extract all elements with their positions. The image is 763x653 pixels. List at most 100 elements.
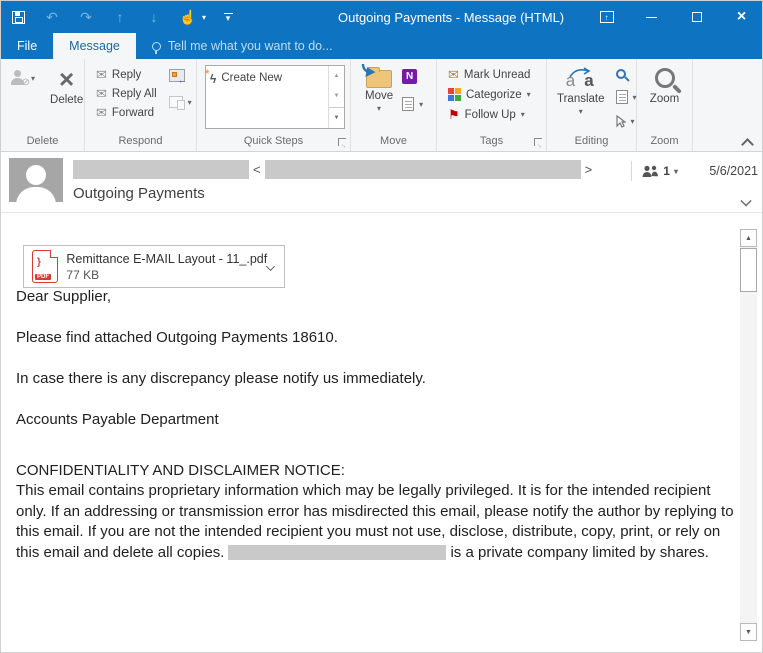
group-label-tags: Tags [437, 130, 546, 151]
forward-label: Forward [112, 107, 154, 119]
select-button[interactable]: ▾ [613, 113, 640, 130]
more-respond-actions-button[interactable]: ▾ [166, 94, 195, 110]
customize-qat-button[interactable]: ▾ [211, 1, 245, 33]
scroll-up-icon: ▲ [745, 235, 752, 242]
minimize-button[interactable] [629, 1, 674, 33]
categorize-icon [448, 88, 461, 101]
tell-me-box[interactable]: Tell me what you want to do... [152, 33, 333, 59]
ribbon-group-delete: ⊘ ▾ × Delete Delete [1, 59, 85, 151]
mark-unread-button[interactable]: ✉ Mark Unread [445, 67, 534, 83]
delete-x-icon: × [59, 66, 74, 92]
im-icon [169, 96, 183, 108]
disclaimer-title: CONFIDENTIALITY AND DISCLAIMER NOTICE: [16, 461, 738, 482]
next-item-button[interactable]: ↓ [137, 1, 171, 33]
message-header: < > Outgoing Payments 1 ▾ 5/6/2021 [1, 152, 763, 213]
ribbon-filler [693, 59, 763, 151]
zoom-button[interactable]: Zoom [644, 64, 685, 107]
expand-header-chevron-icon[interactable] [741, 196, 752, 204]
from-line: < > [73, 160, 592, 179]
junk-button[interactable]: ⊘ ▾ [7, 68, 38, 88]
translate-button[interactable]: a a Translate ▾ [551, 64, 611, 118]
related-button[interactable]: ▾ [613, 88, 640, 106]
find-button[interactable] [613, 67, 640, 81]
undo-button[interactable]: ↶ [35, 1, 69, 33]
translate-icon: a a [566, 69, 596, 91]
translate-label: Translate [557, 93, 605, 105]
flag-icon: ⚑ [448, 108, 460, 121]
dialog-launcher-icon[interactable] [338, 138, 346, 146]
find-icon [616, 69, 626, 79]
gallery-scroll: ▲ ▼ ▼ [328, 66, 344, 128]
customize-qat-icon: ▾ [224, 13, 233, 21]
caret-down-icon: ▾ [674, 167, 678, 176]
scroll-up-button[interactable]: ▲ [740, 229, 757, 247]
touch-mode-dropdown[interactable]: ▾ [197, 1, 211, 33]
gallery-scroll-down[interactable]: ▼ [329, 86, 344, 106]
attachment-card[interactable]: } PDF Remittance E-MAIL Layout - 11_.pdf… [23, 245, 285, 288]
forward-button[interactable]: ✉ Forward [93, 105, 160, 121]
message-body: Dear Supplier, Please find attached Outg… [16, 287, 738, 563]
caret-down-icon: ▾ [202, 13, 206, 22]
move-folder-icon [366, 70, 392, 88]
gallery-scroll-up[interactable]: ▲ [329, 66, 344, 86]
junk-icon: ⊘ [10, 70, 26, 86]
disclaimer-after: is a private company limited by shares. [450, 544, 708, 561]
create-new-quick-step[interactable]: ϟ Create New [206, 66, 328, 128]
collapse-ribbon-icon[interactable] [743, 137, 752, 146]
ribbon-group-zoom: Zoom Zoom [637, 59, 693, 151]
disclaimer-block: CONFIDENTIALITY AND DISCLAIMER NOTICE: T… [16, 461, 738, 564]
delete-button[interactable]: × Delete [44, 64, 89, 108]
maximize-button[interactable] [674, 1, 719, 33]
reply-all-button[interactable]: ✉ Reply All [93, 86, 160, 102]
onenote-button[interactable]: N [399, 67, 426, 86]
recipient-count-button[interactable]: 1 ▾ [642, 164, 678, 178]
previous-item-button[interactable]: ↑ [103, 1, 137, 33]
tab-file[interactable]: File [1, 33, 53, 59]
ribbon-group-move: Move ▾ N ▾ Move [351, 59, 437, 151]
vertical-scrollbar[interactable]: ▲ ▼ [740, 229, 757, 641]
scroll-down-button[interactable]: ▼ [740, 623, 757, 641]
tab-message[interactable]: Message [53, 33, 136, 59]
create-new-label: Create New [221, 72, 282, 84]
dialog-launcher-icon[interactable] [534, 138, 542, 146]
related-icon [616, 90, 628, 104]
ribbon-group-editing: a a Translate ▾ ▾ [547, 59, 637, 151]
angle-close: > [585, 162, 593, 177]
sender-avatar[interactable] [9, 158, 63, 202]
categorize-button[interactable]: Categorize ▾ [445, 86, 534, 103]
window-controls: ↑ × [584, 1, 763, 33]
people-icon [642, 165, 659, 177]
caret-down-icon: ▾ [631, 117, 635, 126]
meeting-button[interactable]: ← [166, 67, 195, 84]
redo-icon: ↷ [80, 9, 92, 26]
gallery-more-button[interactable]: ▼ [329, 107, 344, 128]
attachment-meta: Remittance E-MAIL Layout - 11_.pdf 77 KB [66, 252, 267, 282]
maximize-icon [692, 12, 702, 22]
more-move-actions-button[interactable]: ▾ [399, 95, 426, 113]
categorize-label: Categorize [466, 89, 522, 101]
group-label-delete: Delete [1, 130, 84, 151]
group-label-zoom: Zoom [637, 130, 692, 151]
caret-down-icon: ▾ [527, 90, 531, 99]
follow-up-button[interactable]: ⚑ Follow Up ▾ [445, 106, 534, 123]
attachment-size: 77 KB [66, 268, 267, 282]
zoom-label: Zoom [650, 93, 679, 105]
redo-button[interactable]: ↷ [69, 1, 103, 33]
reply-button[interactable]: ✉ Reply [93, 67, 160, 83]
body-line1: Please find attached Outgoing Payments 1… [16, 328, 738, 349]
attachment-dropdown-icon[interactable] [267, 263, 276, 270]
ribbon-display-options-button[interactable]: ↑ [584, 1, 629, 33]
mark-unread-icon: ✉ [448, 69, 459, 81]
move-button[interactable]: Move ▾ [359, 64, 399, 115]
subject-line: Outgoing Payments [73, 185, 205, 202]
save-icon [12, 11, 25, 24]
sender-name-redacted [73, 160, 249, 179]
scrollbar-thumb[interactable] [740, 248, 757, 292]
select-cursor-icon [616, 115, 626, 128]
window-title: Outgoing Payments - Message (HTML) [338, 1, 564, 33]
close-button[interactable]: × [719, 1, 763, 33]
lightbulb-icon [152, 42, 161, 51]
save-button[interactable] [1, 1, 35, 33]
recipient-count: 1 [663, 164, 670, 178]
caret-down-icon: ▾ [633, 93, 637, 102]
